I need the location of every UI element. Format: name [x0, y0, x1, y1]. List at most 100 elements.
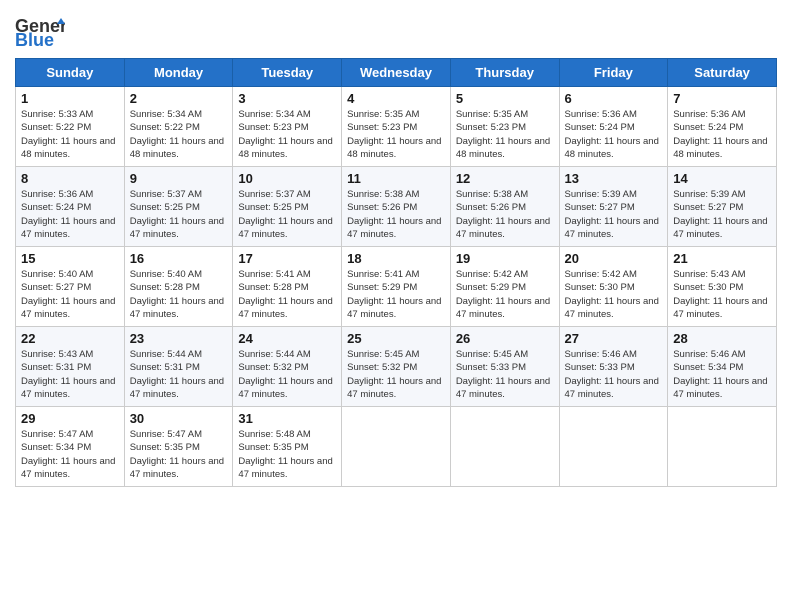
- day-detail: Sunrise: 5:34 AMSunset: 5:23 PMDaylight:…: [238, 109, 332, 160]
- week-row-5: 29 Sunrise: 5:47 AMSunset: 5:34 PMDaylig…: [16, 407, 777, 487]
- day-cell-2: 2 Sunrise: 5:34 AMSunset: 5:22 PMDayligh…: [124, 87, 233, 167]
- day-detail: Sunrise: 5:36 AMSunset: 5:24 PMDaylight:…: [673, 109, 767, 160]
- empty-cell: [559, 407, 668, 487]
- day-detail: Sunrise: 5:41 AMSunset: 5:28 PMDaylight:…: [238, 269, 332, 320]
- day-cell-9: 9 Sunrise: 5:37 AMSunset: 5:25 PMDayligh…: [124, 167, 233, 247]
- day-number: 26: [456, 331, 554, 346]
- day-number: 2: [130, 91, 228, 106]
- day-cell-10: 10 Sunrise: 5:37 AMSunset: 5:25 PMDaylig…: [233, 167, 342, 247]
- day-cell-8: 8 Sunrise: 5:36 AMSunset: 5:24 PMDayligh…: [16, 167, 125, 247]
- svg-text:Blue: Blue: [15, 30, 54, 50]
- day-number: 5: [456, 91, 554, 106]
- day-detail: Sunrise: 5:47 AMSunset: 5:34 PMDaylight:…: [21, 429, 115, 480]
- day-detail: Sunrise: 5:41 AMSunset: 5:29 PMDaylight:…: [347, 269, 441, 320]
- day-number: 24: [238, 331, 336, 346]
- day-number: 6: [565, 91, 663, 106]
- day-detail: Sunrise: 5:39 AMSunset: 5:27 PMDaylight:…: [673, 189, 767, 240]
- logo-icon: General Blue: [15, 10, 65, 50]
- weekday-header-monday: Monday: [124, 59, 233, 87]
- day-detail: Sunrise: 5:45 AMSunset: 5:32 PMDaylight:…: [347, 349, 441, 400]
- weekday-header-sunday: Sunday: [16, 59, 125, 87]
- day-detail: Sunrise: 5:46 AMSunset: 5:33 PMDaylight:…: [565, 349, 659, 400]
- day-cell-12: 12 Sunrise: 5:38 AMSunset: 5:26 PMDaylig…: [450, 167, 559, 247]
- day-cell-19: 19 Sunrise: 5:42 AMSunset: 5:29 PMDaylig…: [450, 247, 559, 327]
- day-number: 27: [565, 331, 663, 346]
- day-cell-28: 28 Sunrise: 5:46 AMSunset: 5:34 PMDaylig…: [668, 327, 777, 407]
- day-cell-5: 5 Sunrise: 5:35 AMSunset: 5:23 PMDayligh…: [450, 87, 559, 167]
- day-number: 22: [21, 331, 119, 346]
- day-number: 12: [456, 171, 554, 186]
- day-cell-6: 6 Sunrise: 5:36 AMSunset: 5:24 PMDayligh…: [559, 87, 668, 167]
- day-detail: Sunrise: 5:36 AMSunset: 5:24 PMDaylight:…: [21, 189, 115, 240]
- weekday-header-tuesday: Tuesday: [233, 59, 342, 87]
- day-cell-7: 7 Sunrise: 5:36 AMSunset: 5:24 PMDayligh…: [668, 87, 777, 167]
- day-detail: Sunrise: 5:37 AMSunset: 5:25 PMDaylight:…: [130, 189, 224, 240]
- day-cell-17: 17 Sunrise: 5:41 AMSunset: 5:28 PMDaylig…: [233, 247, 342, 327]
- day-detail: Sunrise: 5:48 AMSunset: 5:35 PMDaylight:…: [238, 429, 332, 480]
- empty-cell: [450, 407, 559, 487]
- day-number: 19: [456, 251, 554, 266]
- day-number: 10: [238, 171, 336, 186]
- day-number: 1: [21, 91, 119, 106]
- day-cell-4: 4 Sunrise: 5:35 AMSunset: 5:23 PMDayligh…: [342, 87, 451, 167]
- day-cell-26: 26 Sunrise: 5:45 AMSunset: 5:33 PMDaylig…: [450, 327, 559, 407]
- day-detail: Sunrise: 5:46 AMSunset: 5:34 PMDaylight:…: [673, 349, 767, 400]
- day-cell-3: 3 Sunrise: 5:34 AMSunset: 5:23 PMDayligh…: [233, 87, 342, 167]
- day-cell-23: 23 Sunrise: 5:44 AMSunset: 5:31 PMDaylig…: [124, 327, 233, 407]
- day-cell-15: 15 Sunrise: 5:40 AMSunset: 5:27 PMDaylig…: [16, 247, 125, 327]
- day-detail: Sunrise: 5:42 AMSunset: 5:30 PMDaylight:…: [565, 269, 659, 320]
- day-cell-30: 30 Sunrise: 5:47 AMSunset: 5:35 PMDaylig…: [124, 407, 233, 487]
- day-number: 17: [238, 251, 336, 266]
- day-detail: Sunrise: 5:42 AMSunset: 5:29 PMDaylight:…: [456, 269, 550, 320]
- day-detail: Sunrise: 5:39 AMSunset: 5:27 PMDaylight:…: [565, 189, 659, 240]
- day-number: 18: [347, 251, 445, 266]
- day-cell-18: 18 Sunrise: 5:41 AMSunset: 5:29 PMDaylig…: [342, 247, 451, 327]
- weekday-header-wednesday: Wednesday: [342, 59, 451, 87]
- page-header: General Blue: [15, 10, 777, 50]
- day-cell-13: 13 Sunrise: 5:39 AMSunset: 5:27 PMDaylig…: [559, 167, 668, 247]
- day-cell-11: 11 Sunrise: 5:38 AMSunset: 5:26 PMDaylig…: [342, 167, 451, 247]
- day-number: 11: [347, 171, 445, 186]
- day-detail: Sunrise: 5:44 AMSunset: 5:31 PMDaylight:…: [130, 349, 224, 400]
- day-number: 15: [21, 251, 119, 266]
- week-row-4: 22 Sunrise: 5:43 AMSunset: 5:31 PMDaylig…: [16, 327, 777, 407]
- day-number: 8: [21, 171, 119, 186]
- weekday-header-saturday: Saturday: [668, 59, 777, 87]
- day-number: 29: [21, 411, 119, 426]
- day-cell-27: 27 Sunrise: 5:46 AMSunset: 5:33 PMDaylig…: [559, 327, 668, 407]
- weekday-header-row: SundayMondayTuesdayWednesdayThursdayFrid…: [16, 59, 777, 87]
- day-detail: Sunrise: 5:43 AMSunset: 5:30 PMDaylight:…: [673, 269, 767, 320]
- day-detail: Sunrise: 5:35 AMSunset: 5:23 PMDaylight:…: [347, 109, 441, 160]
- day-detail: Sunrise: 5:43 AMSunset: 5:31 PMDaylight:…: [21, 349, 115, 400]
- day-number: 20: [565, 251, 663, 266]
- day-number: 13: [565, 171, 663, 186]
- day-number: 25: [347, 331, 445, 346]
- day-number: 4: [347, 91, 445, 106]
- weekday-header-thursday: Thursday: [450, 59, 559, 87]
- weekday-header-friday: Friday: [559, 59, 668, 87]
- day-number: 23: [130, 331, 228, 346]
- day-number: 16: [130, 251, 228, 266]
- day-number: 31: [238, 411, 336, 426]
- day-detail: Sunrise: 5:44 AMSunset: 5:32 PMDaylight:…: [238, 349, 332, 400]
- calendar-table: SundayMondayTuesdayWednesdayThursdayFrid…: [15, 58, 777, 487]
- day-number: 7: [673, 91, 771, 106]
- day-cell-14: 14 Sunrise: 5:39 AMSunset: 5:27 PMDaylig…: [668, 167, 777, 247]
- day-cell-24: 24 Sunrise: 5:44 AMSunset: 5:32 PMDaylig…: [233, 327, 342, 407]
- day-cell-22: 22 Sunrise: 5:43 AMSunset: 5:31 PMDaylig…: [16, 327, 125, 407]
- day-detail: Sunrise: 5:40 AMSunset: 5:28 PMDaylight:…: [130, 269, 224, 320]
- day-detail: Sunrise: 5:35 AMSunset: 5:23 PMDaylight:…: [456, 109, 550, 160]
- week-row-2: 8 Sunrise: 5:36 AMSunset: 5:24 PMDayligh…: [16, 167, 777, 247]
- day-detail: Sunrise: 5:34 AMSunset: 5:22 PMDaylight:…: [130, 109, 224, 160]
- day-cell-25: 25 Sunrise: 5:45 AMSunset: 5:32 PMDaylig…: [342, 327, 451, 407]
- day-detail: Sunrise: 5:47 AMSunset: 5:35 PMDaylight:…: [130, 429, 224, 480]
- empty-cell: [668, 407, 777, 487]
- day-number: 3: [238, 91, 336, 106]
- day-cell-1: 1 Sunrise: 5:33 AMSunset: 5:22 PMDayligh…: [16, 87, 125, 167]
- day-cell-31: 31 Sunrise: 5:48 AMSunset: 5:35 PMDaylig…: [233, 407, 342, 487]
- day-detail: Sunrise: 5:33 AMSunset: 5:22 PMDaylight:…: [21, 109, 115, 160]
- logo: General Blue: [15, 10, 65, 50]
- day-cell-29: 29 Sunrise: 5:47 AMSunset: 5:34 PMDaylig…: [16, 407, 125, 487]
- day-detail: Sunrise: 5:40 AMSunset: 5:27 PMDaylight:…: [21, 269, 115, 320]
- day-number: 9: [130, 171, 228, 186]
